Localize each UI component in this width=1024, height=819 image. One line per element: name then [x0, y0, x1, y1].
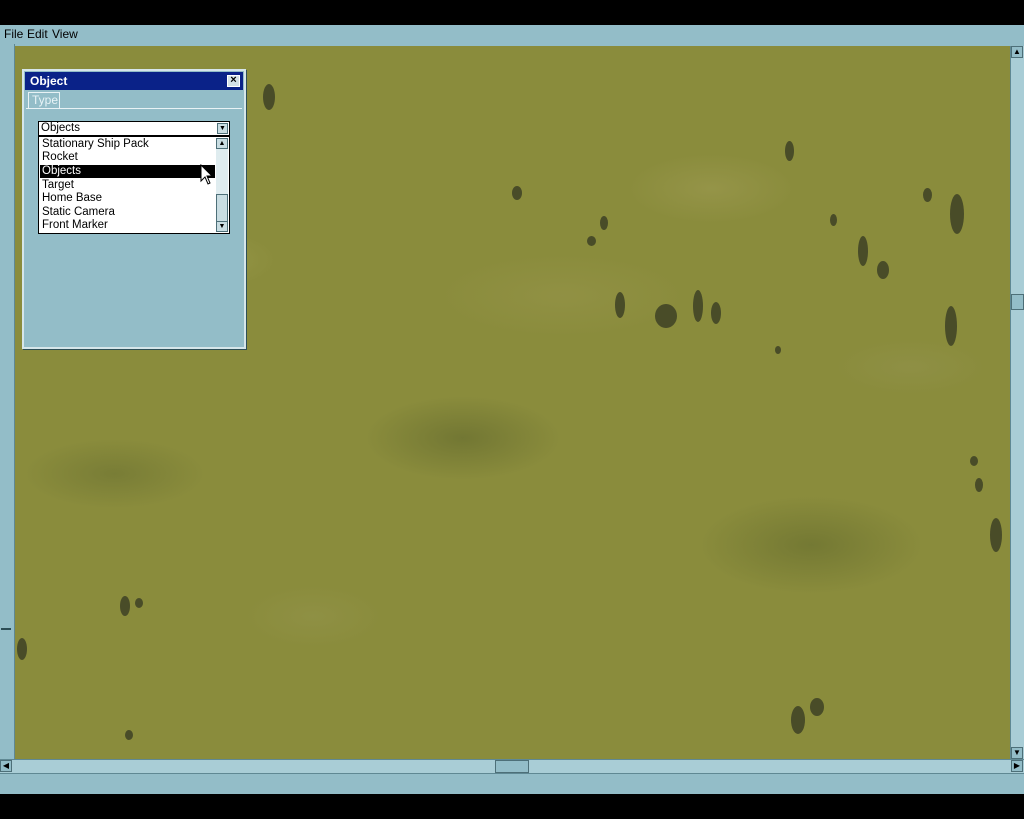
terrain-bush	[512, 186, 522, 200]
scroll-left-icon[interactable]: ◀	[0, 760, 12, 772]
terrain-bush	[775, 346, 781, 354]
terrain-bush	[830, 214, 837, 226]
list-item[interactable]: Rocket	[40, 151, 215, 164]
terrain-bush	[791, 706, 805, 734]
scroll-up-icon[interactable]: ▲	[1011, 46, 1023, 58]
combo-value: Objects	[41, 122, 80, 134]
list-item[interactable]: Stationary Ship Pack	[40, 138, 215, 151]
terrain-bush	[693, 290, 703, 322]
terrain-bush	[950, 194, 964, 234]
object-window-title: Object	[30, 74, 68, 88]
menu-bar: File Edit View	[0, 25, 1024, 44]
tab-type[interactable]: Type	[28, 92, 60, 108]
rail-marker	[1, 628, 11, 630]
status-bar	[0, 773, 1024, 794]
terrain-bush	[810, 698, 824, 716]
list-item[interactable]: Front Marker	[40, 219, 215, 232]
horizontal-scrollbar[interactable]: ◀ ▶	[0, 759, 1024, 774]
menu-file[interactable]: File	[4, 27, 23, 41]
terrain-bush	[858, 236, 868, 266]
list-item[interactable]: Static Camera	[40, 206, 215, 219]
terrain-bush	[587, 236, 596, 246]
terrain-bush	[125, 730, 133, 740]
terrain-bush	[711, 302, 721, 324]
terrain-bush	[135, 598, 143, 608]
terrain-bush	[655, 304, 677, 328]
scroll-right-icon[interactable]: ▶	[1011, 760, 1023, 772]
chevron-down-icon[interactable]: ▼	[217, 123, 228, 134]
horizontal-scroll-thumb[interactable]	[495, 760, 529, 773]
scroll-down-icon[interactable]: ▼	[1011, 747, 1023, 759]
terrain-bush	[877, 261, 889, 279]
terrain-bush	[785, 141, 794, 161]
dropdown-scrollbar[interactable]: ▲ ▼	[216, 138, 228, 232]
terrain-bush	[17, 638, 27, 660]
terrain-bush	[263, 84, 275, 110]
list-item-selected[interactable]: Objects	[40, 165, 215, 178]
terrain-bush	[600, 216, 608, 230]
scroll-up-icon[interactable]: ▲	[216, 138, 228, 149]
vertical-scroll-thumb[interactable]	[1011, 294, 1024, 310]
terrain-bush	[975, 478, 983, 492]
object-window-titlebar[interactable]: Object ×	[25, 72, 243, 90]
terrain-bush	[120, 596, 130, 616]
list-item[interactable]: Target	[40, 179, 215, 192]
terrain-bush	[945, 306, 957, 346]
scroll-down-icon[interactable]: ▼	[216, 221, 228, 232]
object-window: Object × Type Objects ▼ Stationary Ship …	[22, 69, 246, 349]
terrain-bush	[923, 188, 932, 202]
menu-edit[interactable]: Edit	[27, 27, 48, 41]
terrain-bush	[990, 518, 1002, 552]
left-rail	[0, 44, 15, 761]
object-type-combo[interactable]: Objects ▼	[38, 121, 230, 136]
menu-view[interactable]: View	[52, 27, 78, 41]
mouse-pointer-icon	[200, 164, 214, 185]
close-icon[interactable]: ×	[227, 75, 240, 87]
terrain-bush	[970, 456, 978, 466]
terrain-bush	[615, 292, 625, 318]
dropdown-scroll-thumb[interactable]	[216, 194, 228, 222]
vertical-scrollbar[interactable]: ▲ ▼	[1010, 46, 1024, 759]
list-item[interactable]: Home Base	[40, 192, 215, 205]
